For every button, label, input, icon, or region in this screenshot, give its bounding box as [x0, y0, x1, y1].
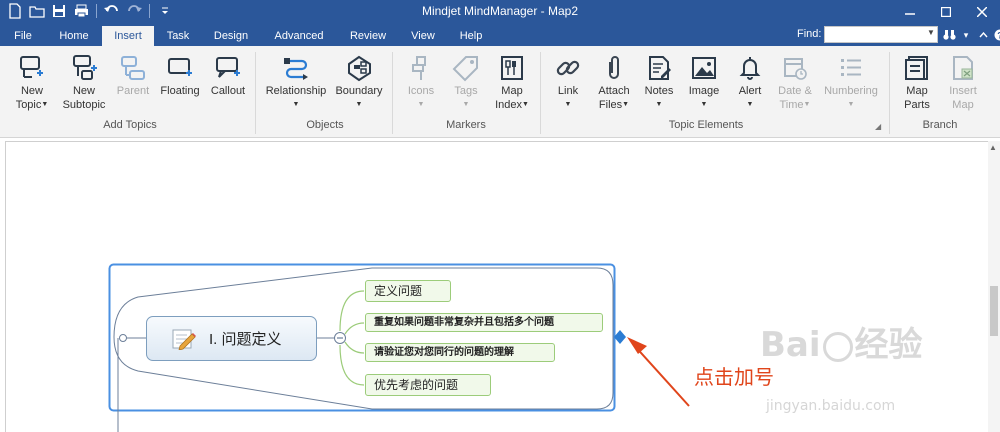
central-topic-text: I. 问题定义 — [209, 331, 282, 348]
parent-connector — [117, 337, 146, 432]
branch-line — [339, 344, 365, 386]
branch-line — [344, 341, 365, 354]
subtopic[interactable]: 请验证您对您同行的问题的理解 — [365, 343, 555, 362]
central-topic[interactable]: I. 问题定义 — [146, 316, 317, 361]
branch-line — [339, 290, 365, 332]
collapse-toggle[interactable] — [334, 332, 346, 344]
map-connectors — [108, 263, 690, 432]
annotation-arrow — [632, 343, 690, 407]
boundary-handle[interactable] — [614, 330, 626, 344]
notepad-pen-icon — [172, 329, 196, 350]
watermark-url: jingyan.baidu.com — [766, 398, 896, 414]
annotation-arrowhead — [627, 337, 647, 354]
watermark-logo: Bai 经验 — [760, 325, 923, 365]
subtopic[interactable]: 重复如果问题非常复杂并且包括多个问题 — [365, 313, 603, 332]
annotation-text: 点击加号 — [694, 367, 774, 389]
branch-line — [344, 322, 365, 335]
subtopic[interactable]: 定义问题 — [365, 280, 451, 302]
subtopic[interactable]: 优先考虑的问题 — [365, 374, 491, 396]
connection-point — [119, 334, 127, 342]
